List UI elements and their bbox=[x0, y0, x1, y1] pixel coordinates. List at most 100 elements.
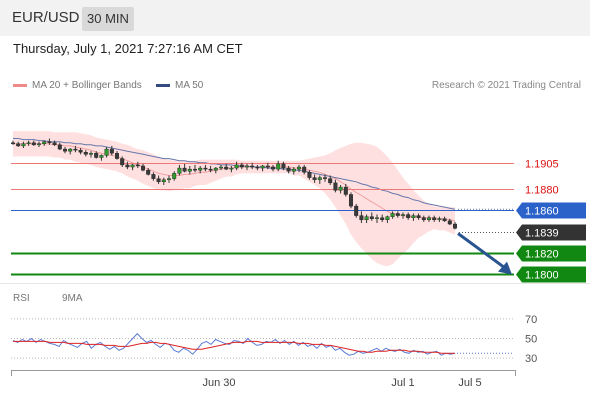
candle bbox=[172, 173, 177, 179]
candle bbox=[151, 174, 156, 179]
rsi-tick-50: 50 bbox=[525, 334, 537, 346]
candle bbox=[109, 148, 114, 154]
candle bbox=[380, 217, 385, 221]
candle bbox=[203, 167, 208, 170]
x-tick-label: Jul 5 bbox=[458, 377, 481, 389]
rsi-tick-70: 70 bbox=[525, 314, 537, 326]
candle bbox=[286, 167, 291, 172]
candle bbox=[37, 143, 42, 146]
candle bbox=[229, 167, 234, 170]
candle bbox=[328, 178, 333, 184]
candle bbox=[265, 165, 270, 168]
candle bbox=[281, 163, 286, 169]
candle bbox=[260, 165, 265, 169]
candle bbox=[333, 182, 338, 191]
candle bbox=[182, 167, 187, 172]
candle bbox=[411, 215, 416, 218]
level-label-1.1860: 1.1860 bbox=[525, 206, 559, 218]
candle bbox=[99, 155, 104, 158]
candle bbox=[416, 215, 421, 218]
candle bbox=[83, 152, 88, 155]
rsi-tick-30: 30 bbox=[525, 353, 537, 365]
candle bbox=[250, 165, 255, 168]
candle bbox=[406, 214, 411, 218]
candle bbox=[369, 216, 374, 219]
candle bbox=[73, 148, 78, 151]
candle bbox=[161, 179, 166, 183]
candle bbox=[442, 218, 447, 222]
candle bbox=[135, 164, 140, 167]
candle bbox=[208, 168, 213, 171]
level-label-1.1905: 1.1905 bbox=[525, 159, 559, 171]
candle bbox=[177, 167, 182, 174]
level-label-1.1820: 1.1820 bbox=[525, 249, 559, 261]
candle bbox=[432, 217, 437, 221]
candle bbox=[255, 166, 260, 169]
candle bbox=[317, 177, 322, 180]
candle bbox=[94, 153, 99, 158]
candle bbox=[192, 168, 197, 171]
candle bbox=[349, 194, 354, 207]
x-tick-label: Jun 30 bbox=[202, 377, 235, 389]
candle bbox=[57, 144, 62, 150]
candle bbox=[239, 164, 244, 168]
candle bbox=[47, 141, 52, 143]
candle bbox=[375, 217, 380, 219]
candle bbox=[312, 177, 317, 180]
candle bbox=[52, 142, 57, 146]
candle bbox=[104, 148, 109, 156]
forecast-arrow-shaft bbox=[457, 232, 507, 270]
candle bbox=[198, 167, 203, 171]
candle bbox=[364, 216, 369, 221]
rsi-ma-line bbox=[13, 340, 455, 354]
candle bbox=[359, 215, 364, 221]
candle bbox=[114, 153, 119, 159]
candle bbox=[42, 141, 47, 144]
candle bbox=[140, 165, 145, 171]
candle bbox=[218, 166, 223, 169]
candle bbox=[63, 148, 68, 152]
candle bbox=[338, 186, 343, 191]
level-label-1.1800: 1.1800 bbox=[525, 270, 559, 282]
candle bbox=[401, 214, 406, 216]
candle bbox=[421, 217, 426, 221]
candle bbox=[437, 218, 442, 221]
level-label-1.1839: 1.1839 bbox=[525, 228, 559, 240]
candle bbox=[427, 217, 432, 221]
candle bbox=[120, 158, 125, 166]
candle bbox=[297, 166, 302, 170]
candle bbox=[130, 164, 135, 168]
candle bbox=[390, 213, 395, 217]
candle bbox=[302, 166, 307, 173]
candle bbox=[323, 177, 328, 179]
candle bbox=[224, 166, 229, 170]
candle bbox=[447, 220, 452, 225]
candle bbox=[16, 143, 21, 147]
candle bbox=[354, 205, 359, 216]
candle bbox=[31, 142, 36, 146]
candle bbox=[78, 149, 83, 153]
candle bbox=[213, 167, 218, 171]
candle bbox=[307, 172, 312, 178]
candle bbox=[244, 165, 249, 168]
candle bbox=[385, 216, 390, 221]
candle bbox=[26, 142, 31, 144]
candle bbox=[88, 153, 93, 155]
rsi-line bbox=[12, 332, 456, 356]
candle bbox=[395, 213, 400, 216]
price-chart: 1.1905 1.1880 1.1860 1.1839 1.1820 1.1800 70 50… bbox=[0, 131, 590, 389]
candle bbox=[187, 168, 192, 172]
candle bbox=[291, 168, 296, 172]
x-tick-label: Jul 1 bbox=[391, 377, 414, 389]
candle bbox=[10, 142, 15, 144]
candle bbox=[146, 169, 151, 175]
candle bbox=[343, 186, 348, 195]
candle bbox=[21, 143, 26, 147]
level-label-1.1880: 1.1880 bbox=[525, 185, 559, 197]
candle bbox=[276, 163, 281, 170]
candle bbox=[125, 164, 130, 168]
candle bbox=[453, 223, 458, 229]
candle bbox=[156, 178, 161, 183]
candle bbox=[166, 178, 171, 180]
candle bbox=[271, 166, 276, 170]
